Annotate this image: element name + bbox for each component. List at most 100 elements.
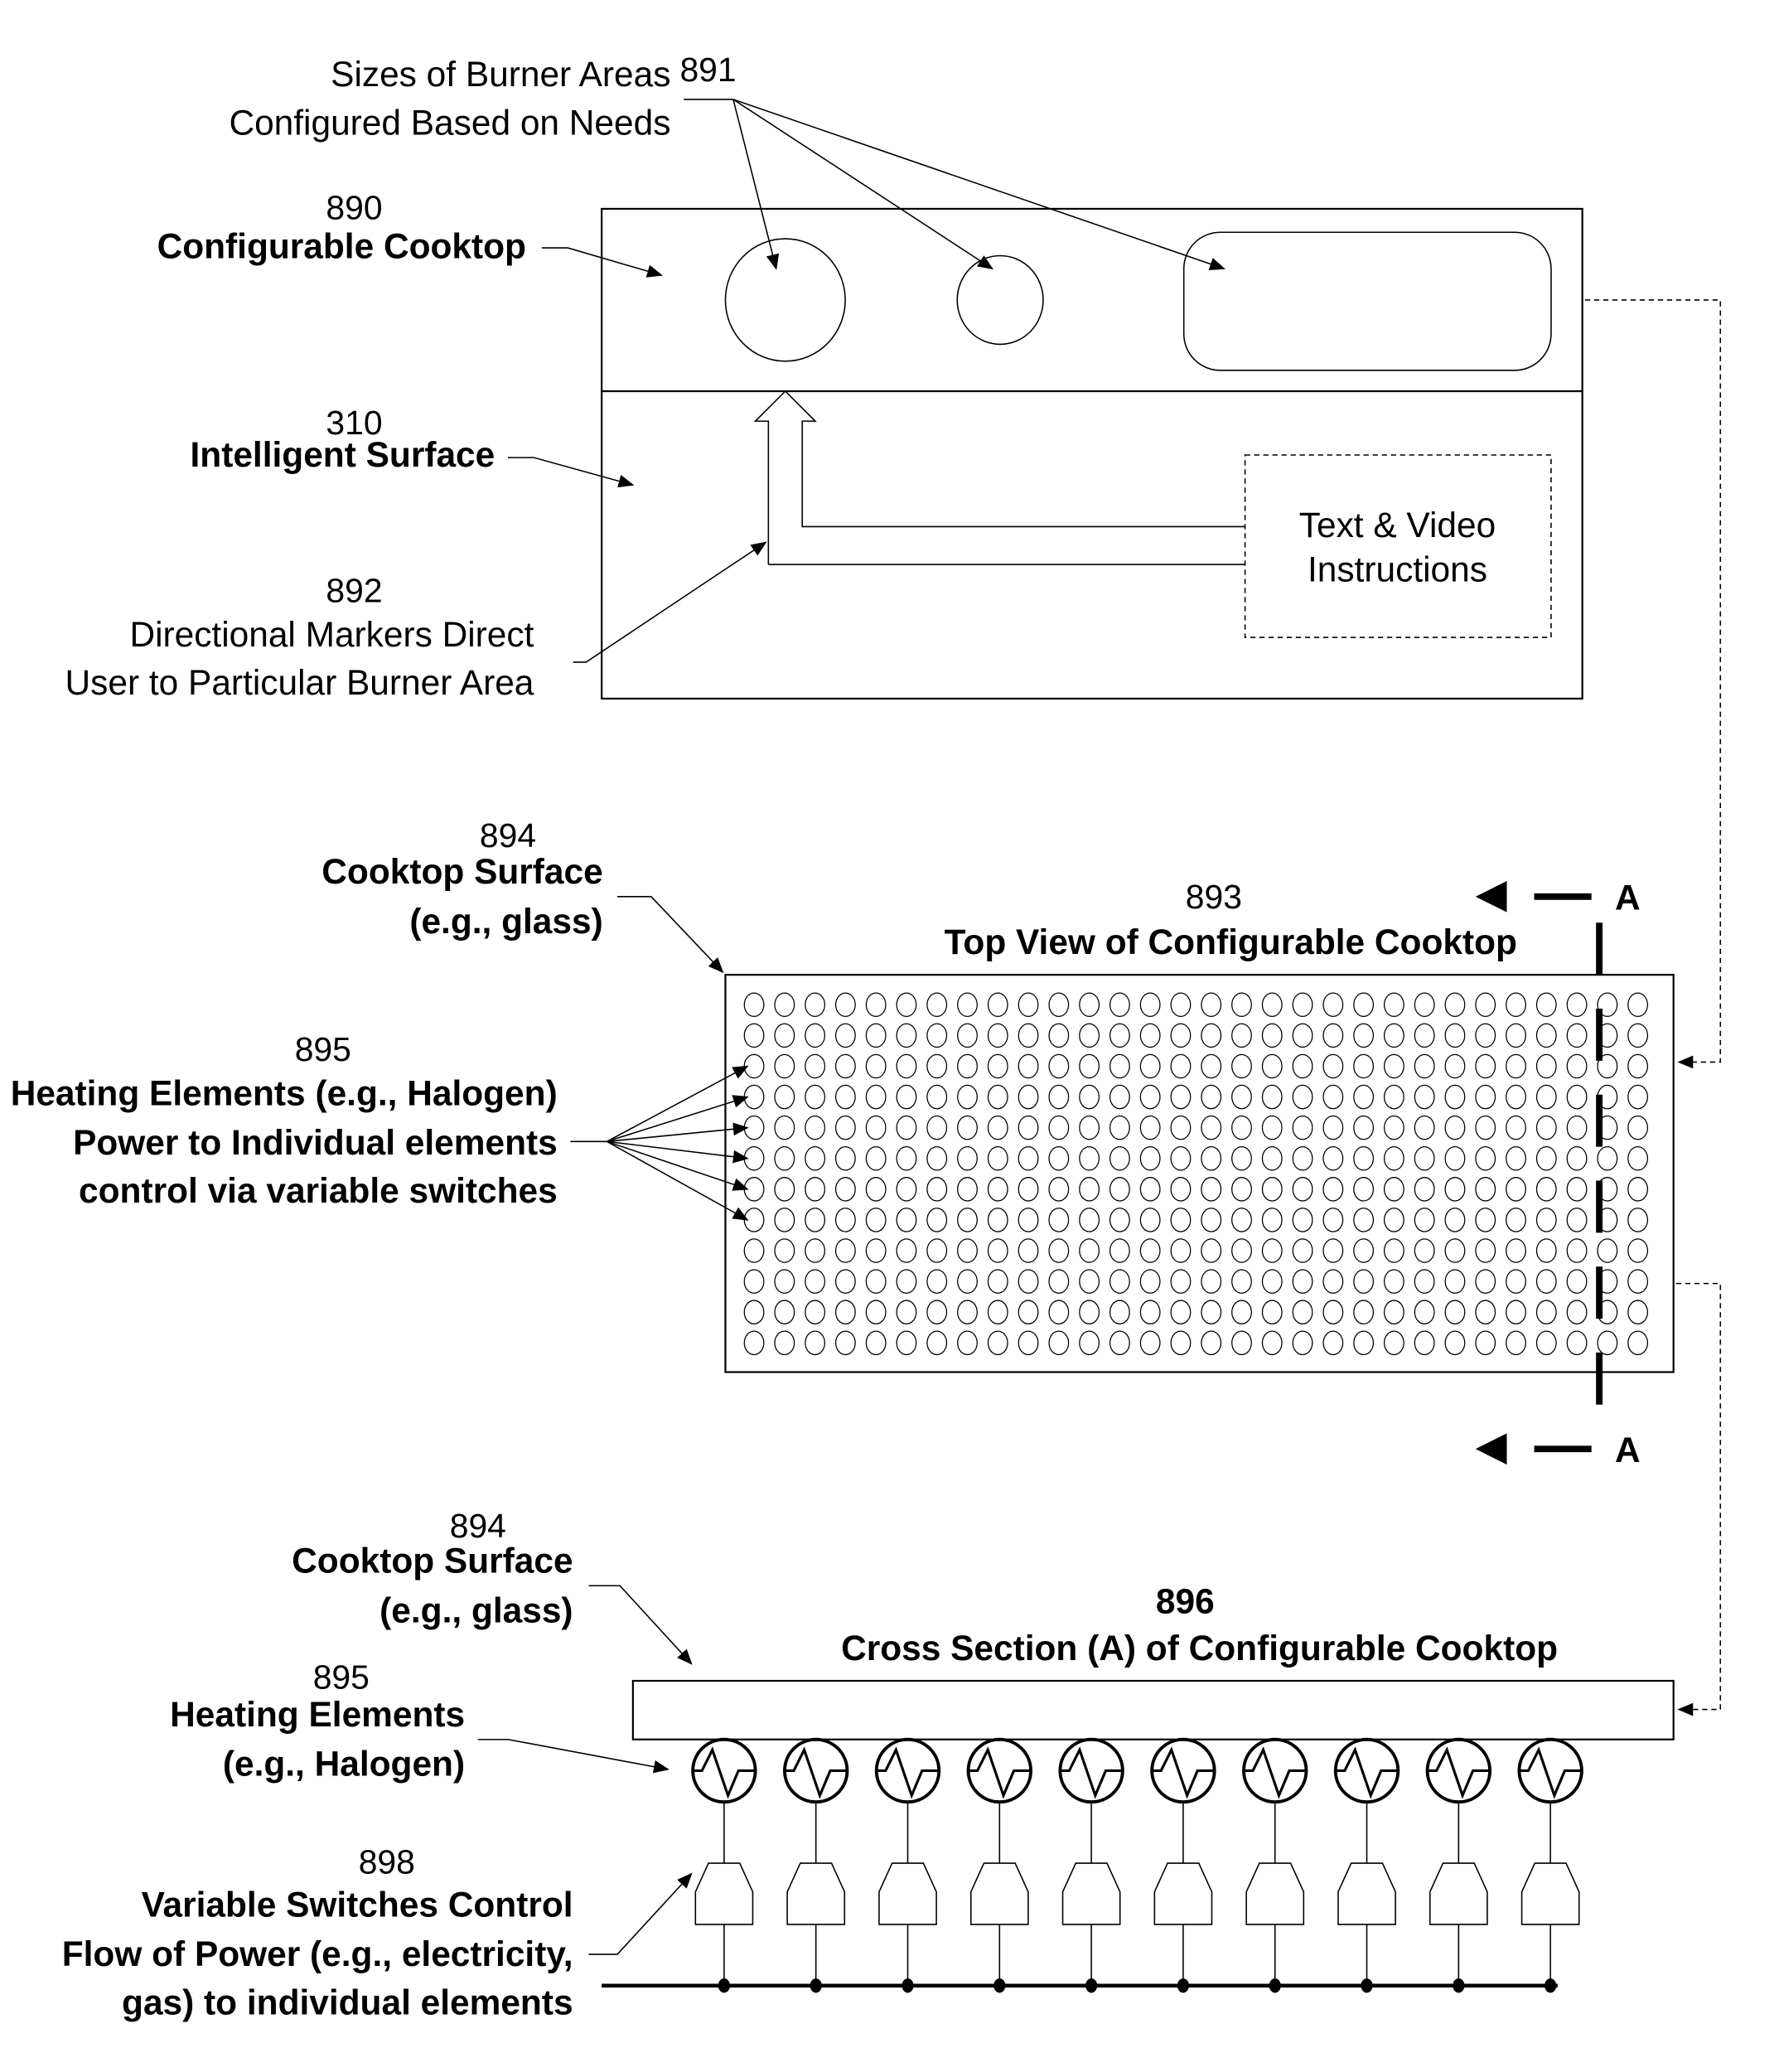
heating-element-dot	[1383, 1053, 1404, 1079]
heating-element-dot	[1444, 1238, 1466, 1263]
heating-element-dot	[865, 1330, 887, 1356]
heating-element-dot	[1048, 1208, 1070, 1232]
heating-element-dot	[1109, 1177, 1130, 1202]
variable-switch-icon	[1429, 1862, 1488, 1925]
heating-element-dot	[1506, 1269, 1526, 1294]
heating-element-dot	[1292, 1053, 1313, 1079]
heating-element-dot	[1261, 1053, 1283, 1079]
heating-element-dot	[1535, 1084, 1557, 1110]
heating-element-dot	[1566, 1177, 1588, 1202]
heating-element-dot	[1627, 992, 1649, 1018]
heating-element-dot	[926, 1084, 948, 1110]
heating-element-dot	[1139, 1177, 1161, 1202]
heating-element-dot	[926, 1023, 948, 1048]
heating-element-dot	[1079, 1269, 1100, 1294]
xs-label-898-line2: Flow of Power (e.g., electricity,	[62, 1934, 573, 1973]
heating-element-dot	[1018, 1115, 1039, 1140]
xs-label-895-line2: (e.g., Halogen)	[223, 1745, 465, 1784]
section-label-top: A	[1615, 879, 1641, 917]
heating-element-dot	[1444, 1177, 1466, 1202]
heating-element-dot	[1444, 992, 1466, 1018]
heating-element-dot	[1292, 992, 1313, 1018]
heating-element-dot	[1506, 1084, 1526, 1110]
heating-element-dot	[1139, 1053, 1161, 1079]
heating-element-dot	[1444, 1269, 1466, 1294]
heating-element-dot	[1201, 1145, 1222, 1171]
heating-element-dot	[1292, 1145, 1313, 1171]
heating-element-dot	[1444, 1053, 1466, 1079]
heating-element-dot	[774, 992, 795, 1018]
xs-leader-895	[477, 1738, 670, 1774]
heating-element-dot	[1383, 1238, 1404, 1263]
heating-element-dot	[805, 992, 826, 1018]
heating-element-dot	[1109, 1053, 1130, 1079]
heating-element-dot	[1170, 1300, 1192, 1324]
heating-element-dot	[1383, 1269, 1404, 1294]
heating-element-dot	[1170, 1177, 1192, 1202]
heating-element-dot	[1201, 1053, 1222, 1079]
heating-element-dot	[805, 1115, 826, 1140]
heating-element-dot	[1627, 1330, 1649, 1356]
heating-element-dot	[1353, 1177, 1375, 1202]
heating-element-dot	[1383, 1177, 1404, 1202]
topview-leader-894	[617, 896, 724, 974]
heating-element-dot	[1018, 1023, 1039, 1048]
heating-element-dot	[957, 1269, 978, 1294]
heating-element-dot	[1535, 1177, 1557, 1202]
heating-element-dot	[1261, 1269, 1283, 1294]
heating-element-dot	[1414, 1330, 1435, 1356]
heating-element-dot	[865, 1084, 887, 1110]
heating-element-dot	[1048, 1238, 1070, 1263]
heating-element-dot	[1414, 1208, 1435, 1232]
label-891-line1: Sizes of Burner Areas	[331, 55, 670, 94]
xs-leader-894	[588, 1585, 693, 1665]
heating-element-dot	[865, 1023, 887, 1048]
heating-element-dot	[1506, 1330, 1526, 1356]
arrow-891-large-burner	[732, 99, 780, 270]
heating-element-dot	[774, 1269, 795, 1294]
heating-element-dot	[1353, 1023, 1375, 1048]
heating-element-dot	[1475, 1115, 1496, 1140]
heating-element-dot	[1353, 1208, 1375, 1232]
xs-label-898-line1: Variable Switches Control	[142, 1885, 573, 1924]
heating-element-dot	[1079, 992, 1100, 1018]
heating-element-dot	[987, 1023, 1008, 1048]
heating-element-dot	[1383, 1084, 1404, 1110]
heating-element-dot	[1292, 1023, 1313, 1048]
heating-element-dot	[1566, 1269, 1588, 1294]
heating-element-dot	[926, 1145, 948, 1171]
heating-element-dot	[1201, 1300, 1222, 1324]
heating-element-dot	[1566, 992, 1588, 1018]
heating-element-dot	[774, 1177, 795, 1202]
heating-element-dot	[1139, 1145, 1161, 1171]
heating-element-dot	[834, 1300, 856, 1324]
heating-element-dot	[1627, 1300, 1649, 1324]
instructions-line1: Text & Video	[1299, 506, 1496, 545]
topview-title: Top View of Configurable Cooktop	[945, 922, 1517, 961]
heating-element-dot	[1535, 1269, 1557, 1294]
heating-element-dot	[1506, 1177, 1526, 1202]
heating-element-dot	[1566, 1238, 1588, 1263]
heating-element-dot	[896, 1023, 917, 1048]
xs-ref-898: 898	[359, 1843, 415, 1881]
heating-element-dot	[1292, 1084, 1313, 1110]
heating-element-dot	[1170, 1053, 1192, 1079]
heating-element-dot	[1079, 1115, 1100, 1140]
heating-element-dot	[1231, 992, 1252, 1018]
heating-element-dot	[1170, 1330, 1192, 1356]
heating-element-dot	[805, 1238, 826, 1263]
heating-element-dot	[774, 1300, 795, 1324]
ref-891: 891	[679, 51, 736, 89]
heating-element-dot	[1414, 1115, 1435, 1140]
cross-section: 894 Cooktop Surface (e.g., glass) 896 Cr…	[62, 1507, 1675, 2021]
heating-element-dot	[1506, 1115, 1526, 1140]
heating-element-dot	[1261, 1177, 1283, 1202]
heating-element-dot	[1048, 1269, 1070, 1294]
heating-element-dot	[1018, 1053, 1039, 1079]
heating-element-dot	[1353, 1330, 1375, 1356]
burner-area-rectangular	[1182, 231, 1552, 371]
heating-element-dot	[834, 1145, 856, 1171]
heating-element-dot	[1292, 1300, 1313, 1324]
heating-element-dot	[1383, 1145, 1404, 1171]
heating-element-dot	[1048, 1115, 1070, 1140]
